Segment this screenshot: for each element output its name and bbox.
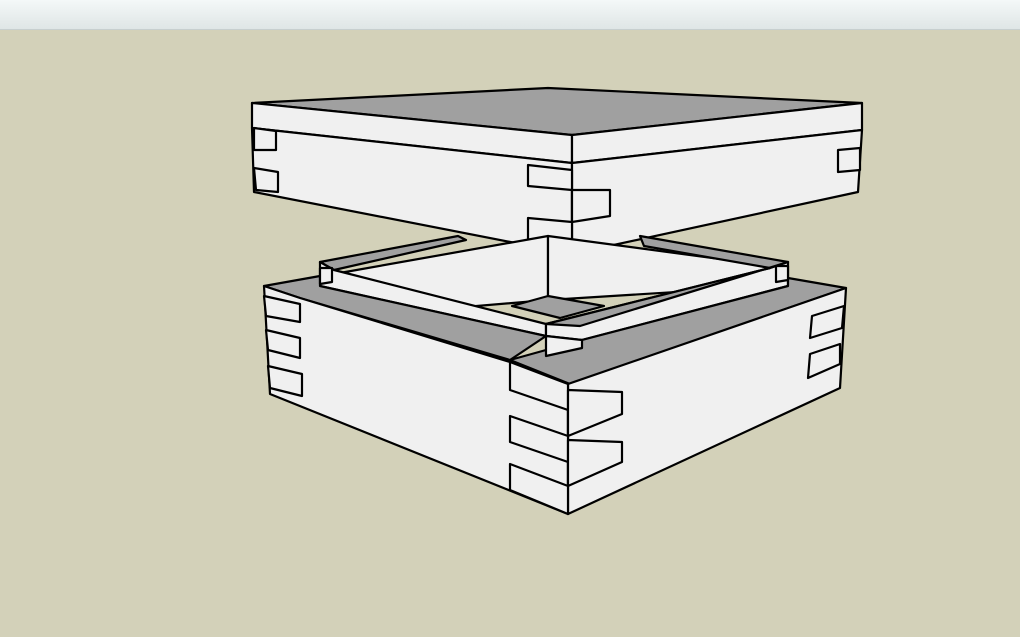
liner-tab-left (318, 266, 334, 286)
lid-dovetail-1 (526, 163, 574, 192)
lid-dovetail-left-1 (252, 126, 278, 152)
lid-dovetail-2 (570, 188, 612, 224)
sketchup-window (0, 0, 1020, 637)
box-3d-model[interactable] (0, 30, 1020, 637)
box-body[interactable] (262, 234, 848, 516)
lid[interactable] (250, 86, 864, 256)
lid-dovetail-left-2 (252, 166, 280, 194)
toolbar-area (0, 0, 1020, 30)
lid-dovetail-right-1 (836, 146, 862, 174)
liner-tab-right (774, 264, 790, 284)
modeling-viewport[interactable] (0, 30, 1020, 637)
